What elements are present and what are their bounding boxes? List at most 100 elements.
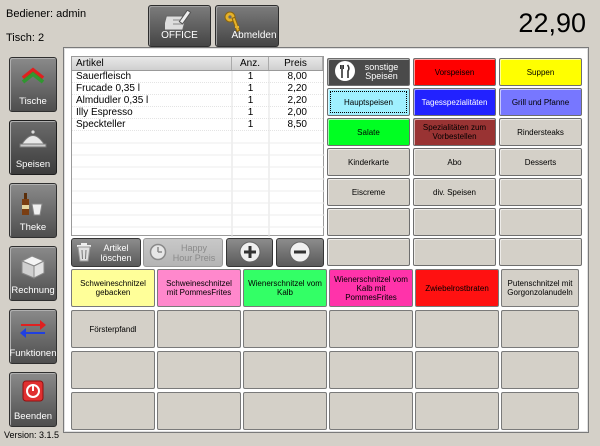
product-button[interactable]: Försterpfandl [71,310,155,348]
power-icon [21,379,45,406]
plus-icon [239,241,261,265]
happy-hour-label: Happy Hour Preis [172,242,216,263]
register-icon [18,253,48,282]
product-button-empty[interactable] [329,392,413,430]
table-row[interactable]: Sauerfleisch 1 8,00 [72,71,323,83]
table-row[interactable]: Almdudler 0,35 l 1 2,20 [72,95,323,107]
product-button-empty[interactable] [415,392,499,430]
increase-quantity-button[interactable] [226,238,273,267]
category-button-kinderkarte[interactable]: Kinderkarte [327,148,410,176]
product-button-empty[interactable] [329,351,413,389]
product-button-empty[interactable] [243,310,327,348]
sidebar-item-theke[interactable]: Theke [9,183,57,238]
row-qty: 1 [247,83,254,94]
row-price: 2,20 [287,83,307,94]
order-table[interactable]: Artikel Anz. Preis Sauerfleisch 1 8,00 F… [71,56,325,237]
column-header-artikel: Artikel [72,57,232,70]
product-label: Schweineschnitzel gebacken [80,279,146,297]
category-button-empty[interactable] [499,178,582,206]
sidebar-item-funktionen[interactable]: Funktionen [9,309,57,364]
category-label: sonstige Speisen [364,62,399,81]
bottle-icon [18,190,48,221]
delete-item-button[interactable]: Artikel löschen [71,238,141,267]
table-row[interactable]: Frucade 0,35 l 1 2,20 [72,83,323,95]
product-label: Schweineschnitzel mit PommesFrites [166,279,232,297]
product-button-empty[interactable] [501,351,579,389]
category-button-salate[interactable]: Salate [327,118,410,146]
category-label: div. Speisen [433,187,476,197]
category-button-empty[interactable] [413,238,496,266]
product-label: Wienerschnitzel vom Kalb mit PommesFrite… [334,274,408,302]
sidebar-item-beenden[interactable]: Beenden [9,372,57,427]
row-name: Almdudler 0,35 l [76,95,149,106]
cloche-icon [18,127,48,154]
category-label: Abo [447,157,462,167]
sidebar-item-label: Theke [19,222,47,233]
category-label: Tagesspezialitäten [421,97,488,107]
category-label: Desserts [524,157,557,167]
product-button-empty[interactable] [329,310,413,348]
row-price: 8,00 [287,71,307,82]
row-price: 2,00 [287,107,307,118]
category-label: Kinderkarte [348,157,389,167]
category-button-desserts[interactable]: Desserts [499,148,582,176]
product-button[interactable]: Schweineschnitzel gebacken [71,269,155,307]
category-button-vorspeisen[interactable]: Vorspeisen [413,58,496,86]
order-total: 22,90 [518,8,586,38]
product-button-empty[interactable] [243,351,327,389]
row-name: Sauerfleisch [76,71,132,82]
category-button-sonstige-speisen[interactable]: sonstige Speisen [327,58,410,86]
category-button-empty[interactable] [499,238,582,266]
category-button-spezialitäten-zum-vorbestellen[interactable]: Spezialitäten zum Vorbestellen [413,118,496,146]
product-button-empty[interactable] [501,310,579,348]
cutlery-icon [334,60,356,84]
category-button-tagesspezialitäten[interactable]: Tagesspezialitäten [413,88,496,116]
product-button-empty[interactable] [157,351,241,389]
trash-icon [76,242,92,264]
sidebar-item-speisen[interactable]: Speisen [9,120,57,175]
product-label: Försterpfandl [89,324,137,334]
sidebar-item-tische[interactable]: Tische [9,57,57,112]
category-button-eiscreme[interactable]: Eiscreme [327,178,410,206]
category-label: Salate [357,127,380,137]
product-button[interactable]: Wienerschnitzel vom Kalb mit PommesFrite… [329,269,413,307]
sidebar-item-label: Beenden [13,411,53,422]
category-button-grill-und-pfanne[interactable]: Grill und Pfanne [499,88,582,116]
category-button-hauptspeisen[interactable]: Hauptspeisen [327,88,410,116]
version-label: Version: 3.1.5 [4,430,60,440]
product-button-empty[interactable] [243,392,327,430]
product-button-empty[interactable] [157,392,241,430]
product-button-empty[interactable] [71,351,155,389]
sidebar-item-label: Tische [19,96,47,107]
logout-button[interactable]: Abmelden [215,5,279,47]
category-button-suppen[interactable]: Suppen [499,58,582,86]
category-label: Vorspeisen [434,67,475,77]
table-row[interactable]: Speckteller 1 8,50 [72,119,323,131]
product-button[interactable]: Wienerschnitzel vom Kalb [243,269,327,307]
product-button[interactable]: Schweineschnitzel mit PommesFrites [157,269,241,307]
tables-icon [19,64,47,91]
category-button-rindersteaks[interactable]: Rindersteaks [499,118,582,146]
sidebar-item-rechnung[interactable]: Rechnung [9,246,57,301]
product-label: Zwiebelrostbraten [425,283,489,293]
category-button-div-speisen[interactable]: div. Speisen [413,178,496,206]
product-button-empty[interactable] [501,392,579,430]
category-button-empty[interactable] [499,208,582,236]
product-button[interactable]: Putenschnitzel mit Gorgonzolanudeln [501,269,579,307]
product-label: Wienerschnitzel vom Kalb [248,279,322,297]
table-row[interactable]: Illy Espresso 1 2,00 [72,107,323,119]
product-button-empty[interactable] [415,351,499,389]
product-button-empty[interactable] [157,310,241,348]
row-price: 8,50 [287,119,307,130]
product-button-empty[interactable] [415,310,499,348]
category-button-empty[interactable] [327,238,410,266]
category-button-empty[interactable] [413,208,496,236]
category-button-abo[interactable]: Abo [413,148,496,176]
category-button-empty[interactable] [327,208,410,236]
decrease-quantity-button[interactable] [276,238,324,267]
office-button[interactable]: OFFICE [148,5,211,47]
category-label: Grill und Pfanne [511,97,570,107]
happy-hour-button[interactable]: Happy Hour Preis [143,238,223,267]
product-button-empty[interactable] [71,392,155,430]
product-button[interactable]: Zwiebelrostbraten [415,269,499,307]
